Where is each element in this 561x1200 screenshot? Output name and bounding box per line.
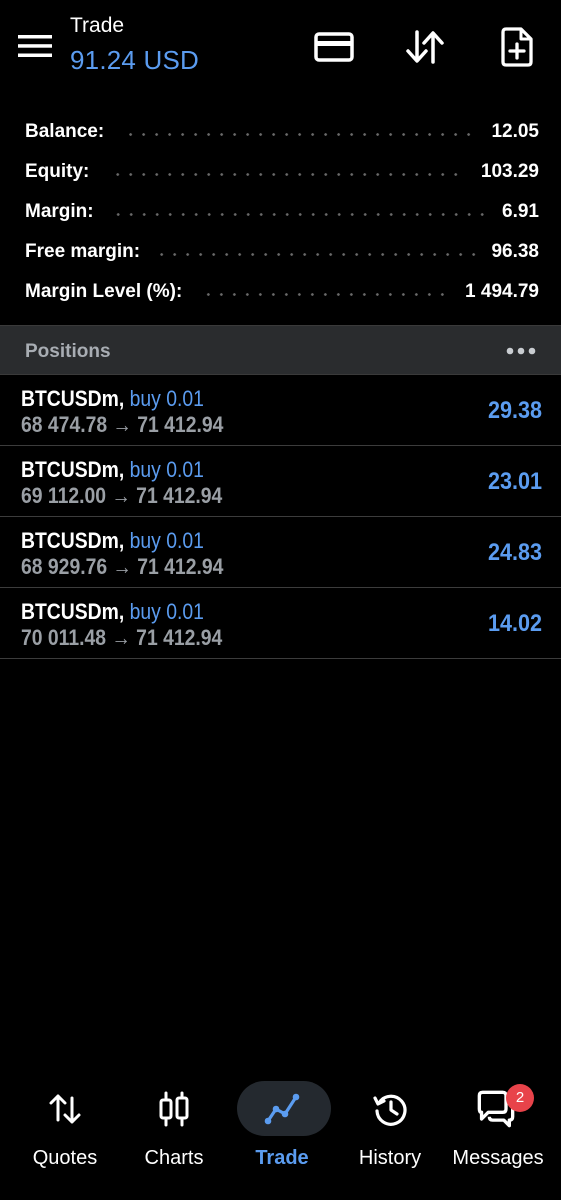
candlestick-icon — [159, 1091, 189, 1127]
position-symbol: BTCUSDm, — [21, 386, 125, 411]
position-row[interactable]: BTCUSDm, buy 0.01 70 011.48 → 71 412.94 … — [0, 588, 561, 659]
position-profit: 24.83 — [487, 539, 542, 566]
summary-value: 6.91 — [502, 201, 539, 222]
nav-item-messages[interactable]: 2 Messages — [444, 1075, 552, 1185]
position-title-line: BTCUSDm, buy 0.01 — [21, 528, 204, 554]
summary-value: 96.38 — [491, 241, 539, 262]
top-app-bar: Trade 91.24 USD — [0, 0, 561, 100]
position-row[interactable]: BTCUSDm, buy 0.01 68 474.78 → 71 412.94 … — [0, 375, 561, 446]
nav-label: Messages — [452, 1147, 544, 1169]
position-prices: 68 929.76 → 71 412.94 — [21, 554, 224, 579]
position-direction: buy 0.01 — [129, 386, 204, 411]
summary-label: Margin Level (%): — [25, 281, 183, 302]
position-prices: 69 112.00 → 71 412.94 — [21, 483, 223, 508]
nav-label: History — [358, 1147, 422, 1169]
summary-row-margin-level: Margin Level (%): 1 494.79 — [25, 272, 539, 312]
quotes-arrows-icon — [49, 1094, 81, 1124]
dotted-leader — [107, 172, 467, 176]
history-clock-icon — [373, 1094, 407, 1126]
summary-label: Equity: — [25, 161, 90, 182]
position-prices: 68 474.78 → 71 412.94 — [21, 412, 224, 437]
summary-row-equity: Equity: 103.29 — [25, 152, 539, 192]
summary-value: 1 494.79 — [465, 281, 539, 302]
messages-badge: 2 — [506, 1084, 534, 1112]
new-document-icon — [501, 27, 533, 67]
new-order-button[interactable] — [496, 26, 538, 68]
position-title-line: BTCUSDm, buy 0.01 — [21, 457, 204, 483]
credit-card-icon — [314, 32, 354, 62]
position-row[interactable]: BTCUSDm, buy 0.01 68 929.76 → 71 412.94 … — [0, 517, 561, 588]
positions-section-header: Positions — [0, 325, 561, 375]
nav-item-quotes[interactable]: Quotes — [11, 1075, 119, 1185]
nav-item-trade[interactable]: Trade — [228, 1075, 336, 1185]
position-profit: 14.02 — [487, 610, 542, 637]
page-title: Trade — [70, 14, 125, 37]
nav-label: Quotes — [32, 1147, 98, 1169]
dotted-leader — [200, 292, 452, 296]
sort-button[interactable] — [404, 26, 446, 68]
summary-label: Free margin: — [25, 241, 141, 262]
sort-arrows-icon — [406, 30, 444, 64]
positions-title: Positions — [25, 341, 111, 362]
account-summary: Balance: 12.05 Equity: 103.29 Margin: 6.… — [25, 112, 539, 312]
nav-item-history[interactable]: History — [336, 1075, 444, 1185]
summary-row-balance: Balance: 12.05 — [25, 112, 539, 152]
trade-line-icon — [264, 1093, 300, 1125]
more-options-icon[interactable] — [506, 346, 536, 356]
bottom-navigation: Quotes Charts Trade History 2 Messages — [0, 1075, 561, 1185]
nav-label: Trade — [255, 1147, 309, 1169]
header-balance: 91.24 USD — [70, 45, 199, 75]
deposit-button[interactable] — [313, 26, 355, 68]
nav-label: Charts — [144, 1147, 204, 1169]
position-symbol: BTCUSDm, — [21, 457, 125, 482]
summary-row-free-margin: Free margin: 96.38 — [25, 232, 539, 272]
position-symbol: BTCUSDm, — [21, 599, 125, 624]
positions-list: BTCUSDm, buy 0.01 68 474.78 → 71 412.94 … — [0, 375, 561, 659]
dotted-leader — [122, 132, 478, 136]
dotted-leader — [111, 212, 489, 216]
summary-label: Balance: — [25, 121, 105, 142]
nav-item-charts[interactable]: Charts — [120, 1075, 228, 1185]
summary-value: 12.05 — [491, 121, 539, 142]
position-direction: buy 0.01 — [129, 457, 204, 482]
dotted-leader — [158, 252, 478, 256]
summary-row-margin: Margin: 6.91 — [25, 192, 539, 232]
position-direction: buy 0.01 — [129, 599, 204, 624]
title-block: Trade 91.24 USD — [70, 14, 199, 77]
menu-icon[interactable] — [18, 34, 52, 58]
position-row[interactable]: BTCUSDm, buy 0.01 69 112.00 → 71 412.94 … — [0, 446, 561, 517]
position-title-line: BTCUSDm, buy 0.01 — [21, 386, 204, 412]
position-profit: 23.01 — [487, 468, 542, 495]
position-title-line: BTCUSDm, buy 0.01 — [21, 599, 204, 625]
summary-value: 103.29 — [480, 161, 539, 182]
position-prices: 70 011.48 → 71 412.94 — [21, 625, 223, 650]
position-symbol: BTCUSDm, — [21, 528, 125, 553]
position-profit: 29.38 — [487, 397, 542, 424]
position-direction: buy 0.01 — [129, 528, 204, 553]
summary-label: Margin: — [25, 201, 94, 222]
